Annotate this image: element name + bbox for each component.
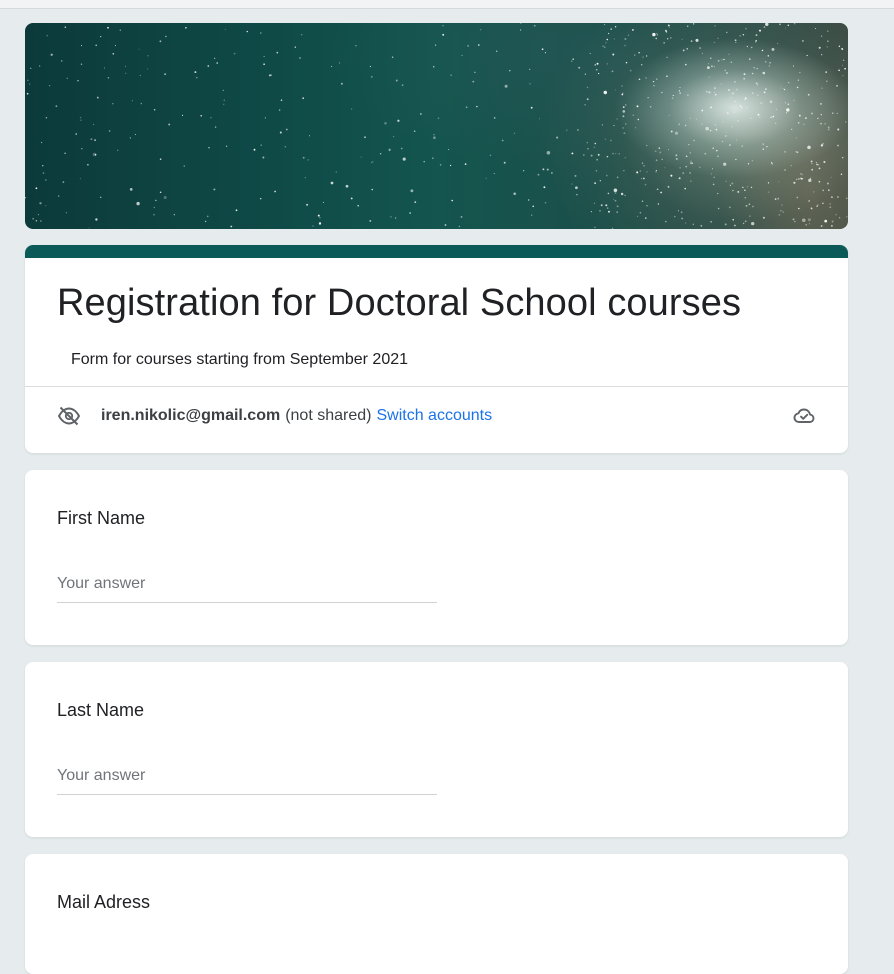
form-header-card: Registration for Doctoral School courses… (25, 245, 848, 453)
starfield-graphic (25, 23, 848, 229)
header-banner-image (25, 23, 848, 229)
sharing-status: (not shared) (285, 407, 372, 424)
eye-off-icon (57, 406, 81, 426)
header-accent-bar (25, 245, 848, 258)
first-name-input[interactable] (57, 566, 437, 603)
question-card-last-name: Last Name (25, 662, 848, 837)
question-card-first-name: First Name (25, 470, 848, 645)
question-card-mail-address: Mail Adress (25, 854, 848, 974)
account-email: iren.nikolic@gmail.com (101, 407, 281, 424)
cloud-check-icon (793, 408, 815, 423)
question-label: First Name (57, 508, 146, 528)
form-title: Registration for Doctoral School courses (57, 282, 742, 324)
form-description: Form for courses starting from September… (71, 351, 409, 368)
question-label: Mail Adress (57, 892, 151, 912)
switch-accounts-link[interactable]: Switch accounts (376, 407, 492, 425)
header-divider (25, 386, 848, 387)
browser-edge (0, 0, 894, 9)
question-label: Last Name (57, 700, 145, 720)
last-name-input[interactable] (57, 758, 437, 795)
account-row: iren.nikolic@gmail.com (not shared) Swit… (57, 404, 492, 428)
